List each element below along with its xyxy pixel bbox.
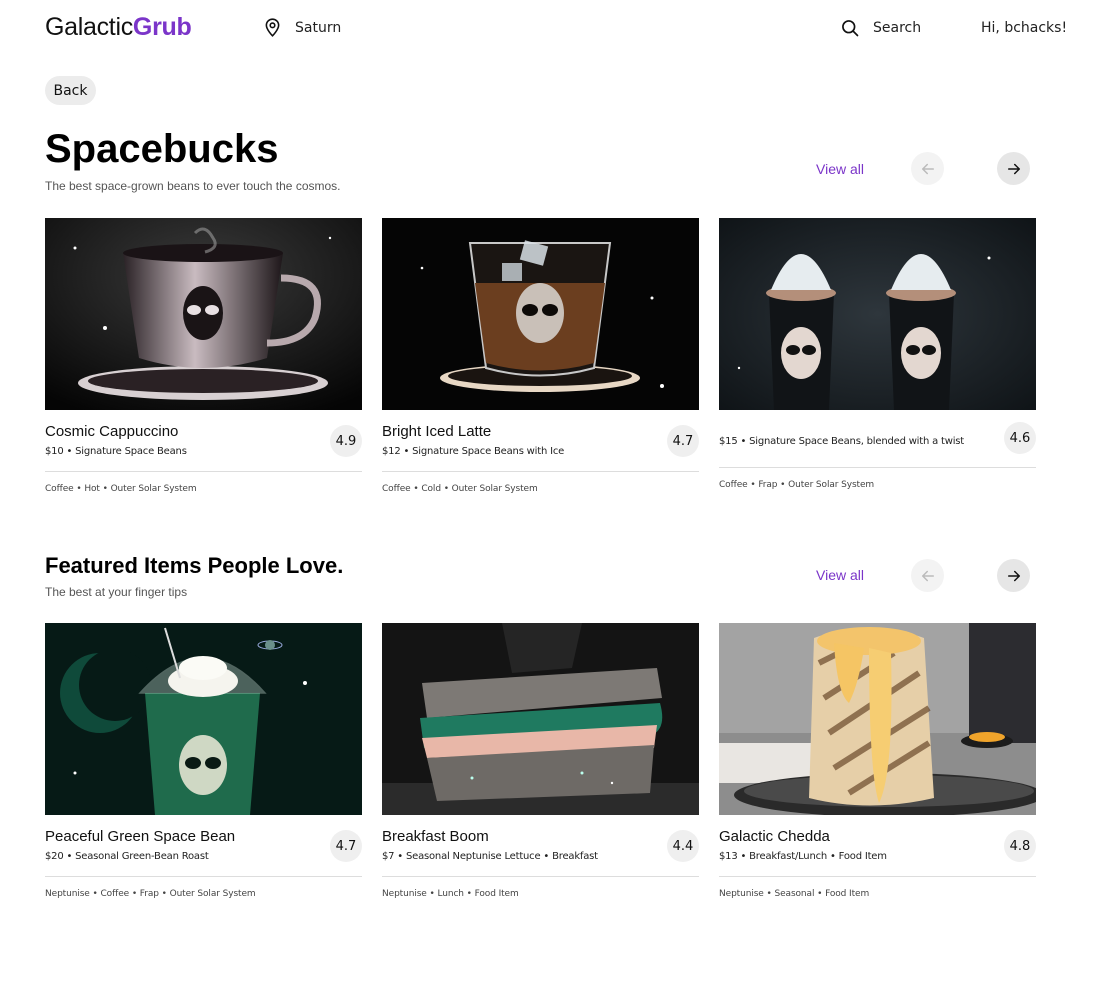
user-greeting[interactable]: Hi, bchacks! (981, 20, 1067, 36)
arrow-right-icon (1007, 163, 1020, 174)
logo-accent-text: Grub (132, 13, 192, 41)
menu-card[interactable]: Bright Iced Latte $12 • Signature Space … (382, 218, 699, 494)
item-detail: $20 • Seasonal Green-Bean Roast (45, 851, 209, 862)
item-tags: Neptunise • Seasonal • Food Item (719, 889, 870, 899)
item-tags: Coffee • Cold • Outer Solar System (382, 484, 538, 494)
rating-badge: 4.9 (330, 425, 362, 457)
item-detail: $13 • Breakfast/Lunch • Food Item (719, 851, 887, 862)
item-name: Cosmic Cappuccino (45, 423, 179, 440)
menu-card[interactable]: Breakfast Boom $7 • Seasonal Neptunise L… (382, 623, 699, 899)
item-tags: Coffee • Hot • Outer Solar System (45, 484, 197, 494)
carousel-next-button[interactable] (997, 152, 1030, 185)
rating-badge: 4.6 (1004, 422, 1036, 454)
cosmic-cappuccino-image (45, 218, 362, 410)
item-detail: $12 • Signature Space Beans with Ice (382, 446, 565, 457)
arrow-right-icon (1007, 570, 1020, 581)
view-all-link[interactable]: View all (816, 161, 864, 177)
arrow-left-icon (921, 163, 934, 174)
peaceful-green-space-bean-image (45, 623, 362, 815)
item-tags: Neptunise • Coffee • Frap • Outer Solar … (45, 889, 256, 899)
galactic-chedda-image (719, 623, 1036, 815)
card-divider (382, 471, 699, 472)
item-detail: $15 • Signature Space Beans, blended wit… (719, 436, 965, 447)
item-name: Bright Iced Latte (382, 423, 492, 440)
search-label: Search (873, 20, 922, 36)
location-pin-icon (265, 18, 280, 37)
search-icon (842, 20, 859, 37)
carousel-prev-button[interactable] (911, 559, 944, 592)
arrow-left-icon (921, 570, 934, 581)
app-logo[interactable]: GalacticGrub (45, 13, 192, 42)
item-detail: $10 • Signature Space Beans (45, 446, 187, 457)
bright-iced-latte-image (382, 218, 699, 410)
item-tags: Coffee • Frap • Outer Solar System (719, 480, 875, 490)
card-divider (719, 467, 1036, 468)
carousel-next-button[interactable] (997, 559, 1030, 592)
menu-card[interactable]: Peaceful Green Space Bean $20 • Seasonal… (45, 623, 362, 899)
location-label: Saturn (295, 19, 342, 36)
location-selector[interactable]: Saturn (262, 17, 341, 38)
card-divider (719, 876, 1036, 877)
breakfast-boom-image (382, 623, 699, 815)
view-all-link[interactable]: View all (816, 567, 864, 583)
section-subtitle: The best space-grown beans to ever touch… (45, 179, 341, 193)
item-name: Breakfast Boom (382, 828, 489, 845)
section-title: Featured Items People Love. (45, 553, 344, 578)
menu-card[interactable]: Cosmic Cappuccino $10 • Signature Space … (45, 218, 362, 494)
item-tags: Neptunise • Lunch • Food Item (382, 889, 519, 899)
section-subtitle: The best at your finger tips (45, 585, 188, 599)
rating-badge: 4.4 (667, 830, 699, 862)
carousel-prev-button[interactable] (911, 152, 944, 185)
item-detail: $7 • Seasonal Neptunise Lettuce • Breakf… (382, 851, 598, 862)
space-frap-image (719, 218, 1036, 410)
item-name: Galactic Chedda (719, 828, 830, 845)
top-nav: GalacticGrub Saturn Search Hi, bchacks! (0, 0, 1101, 56)
menu-card[interactable]: Galactic Chedda $13 • Breakfast/Lunch • … (719, 623, 1036, 899)
card-divider (45, 876, 362, 877)
item-name: Peaceful Green Space Bean (45, 828, 236, 845)
menu-card[interactable]: $15 • Signature Space Beans, blended wit… (719, 218, 1036, 490)
search-button[interactable]: Search (840, 18, 921, 38)
rating-badge: 4.7 (330, 830, 362, 862)
card-divider (382, 876, 699, 877)
section-title: Spacebucks (45, 127, 279, 171)
logo-main-text: Galactic (45, 13, 133, 41)
back-button[interactable]: Back (45, 76, 96, 105)
rating-badge: 4.8 (1004, 830, 1036, 862)
card-divider (45, 471, 362, 472)
rating-badge: 4.7 (667, 425, 699, 457)
